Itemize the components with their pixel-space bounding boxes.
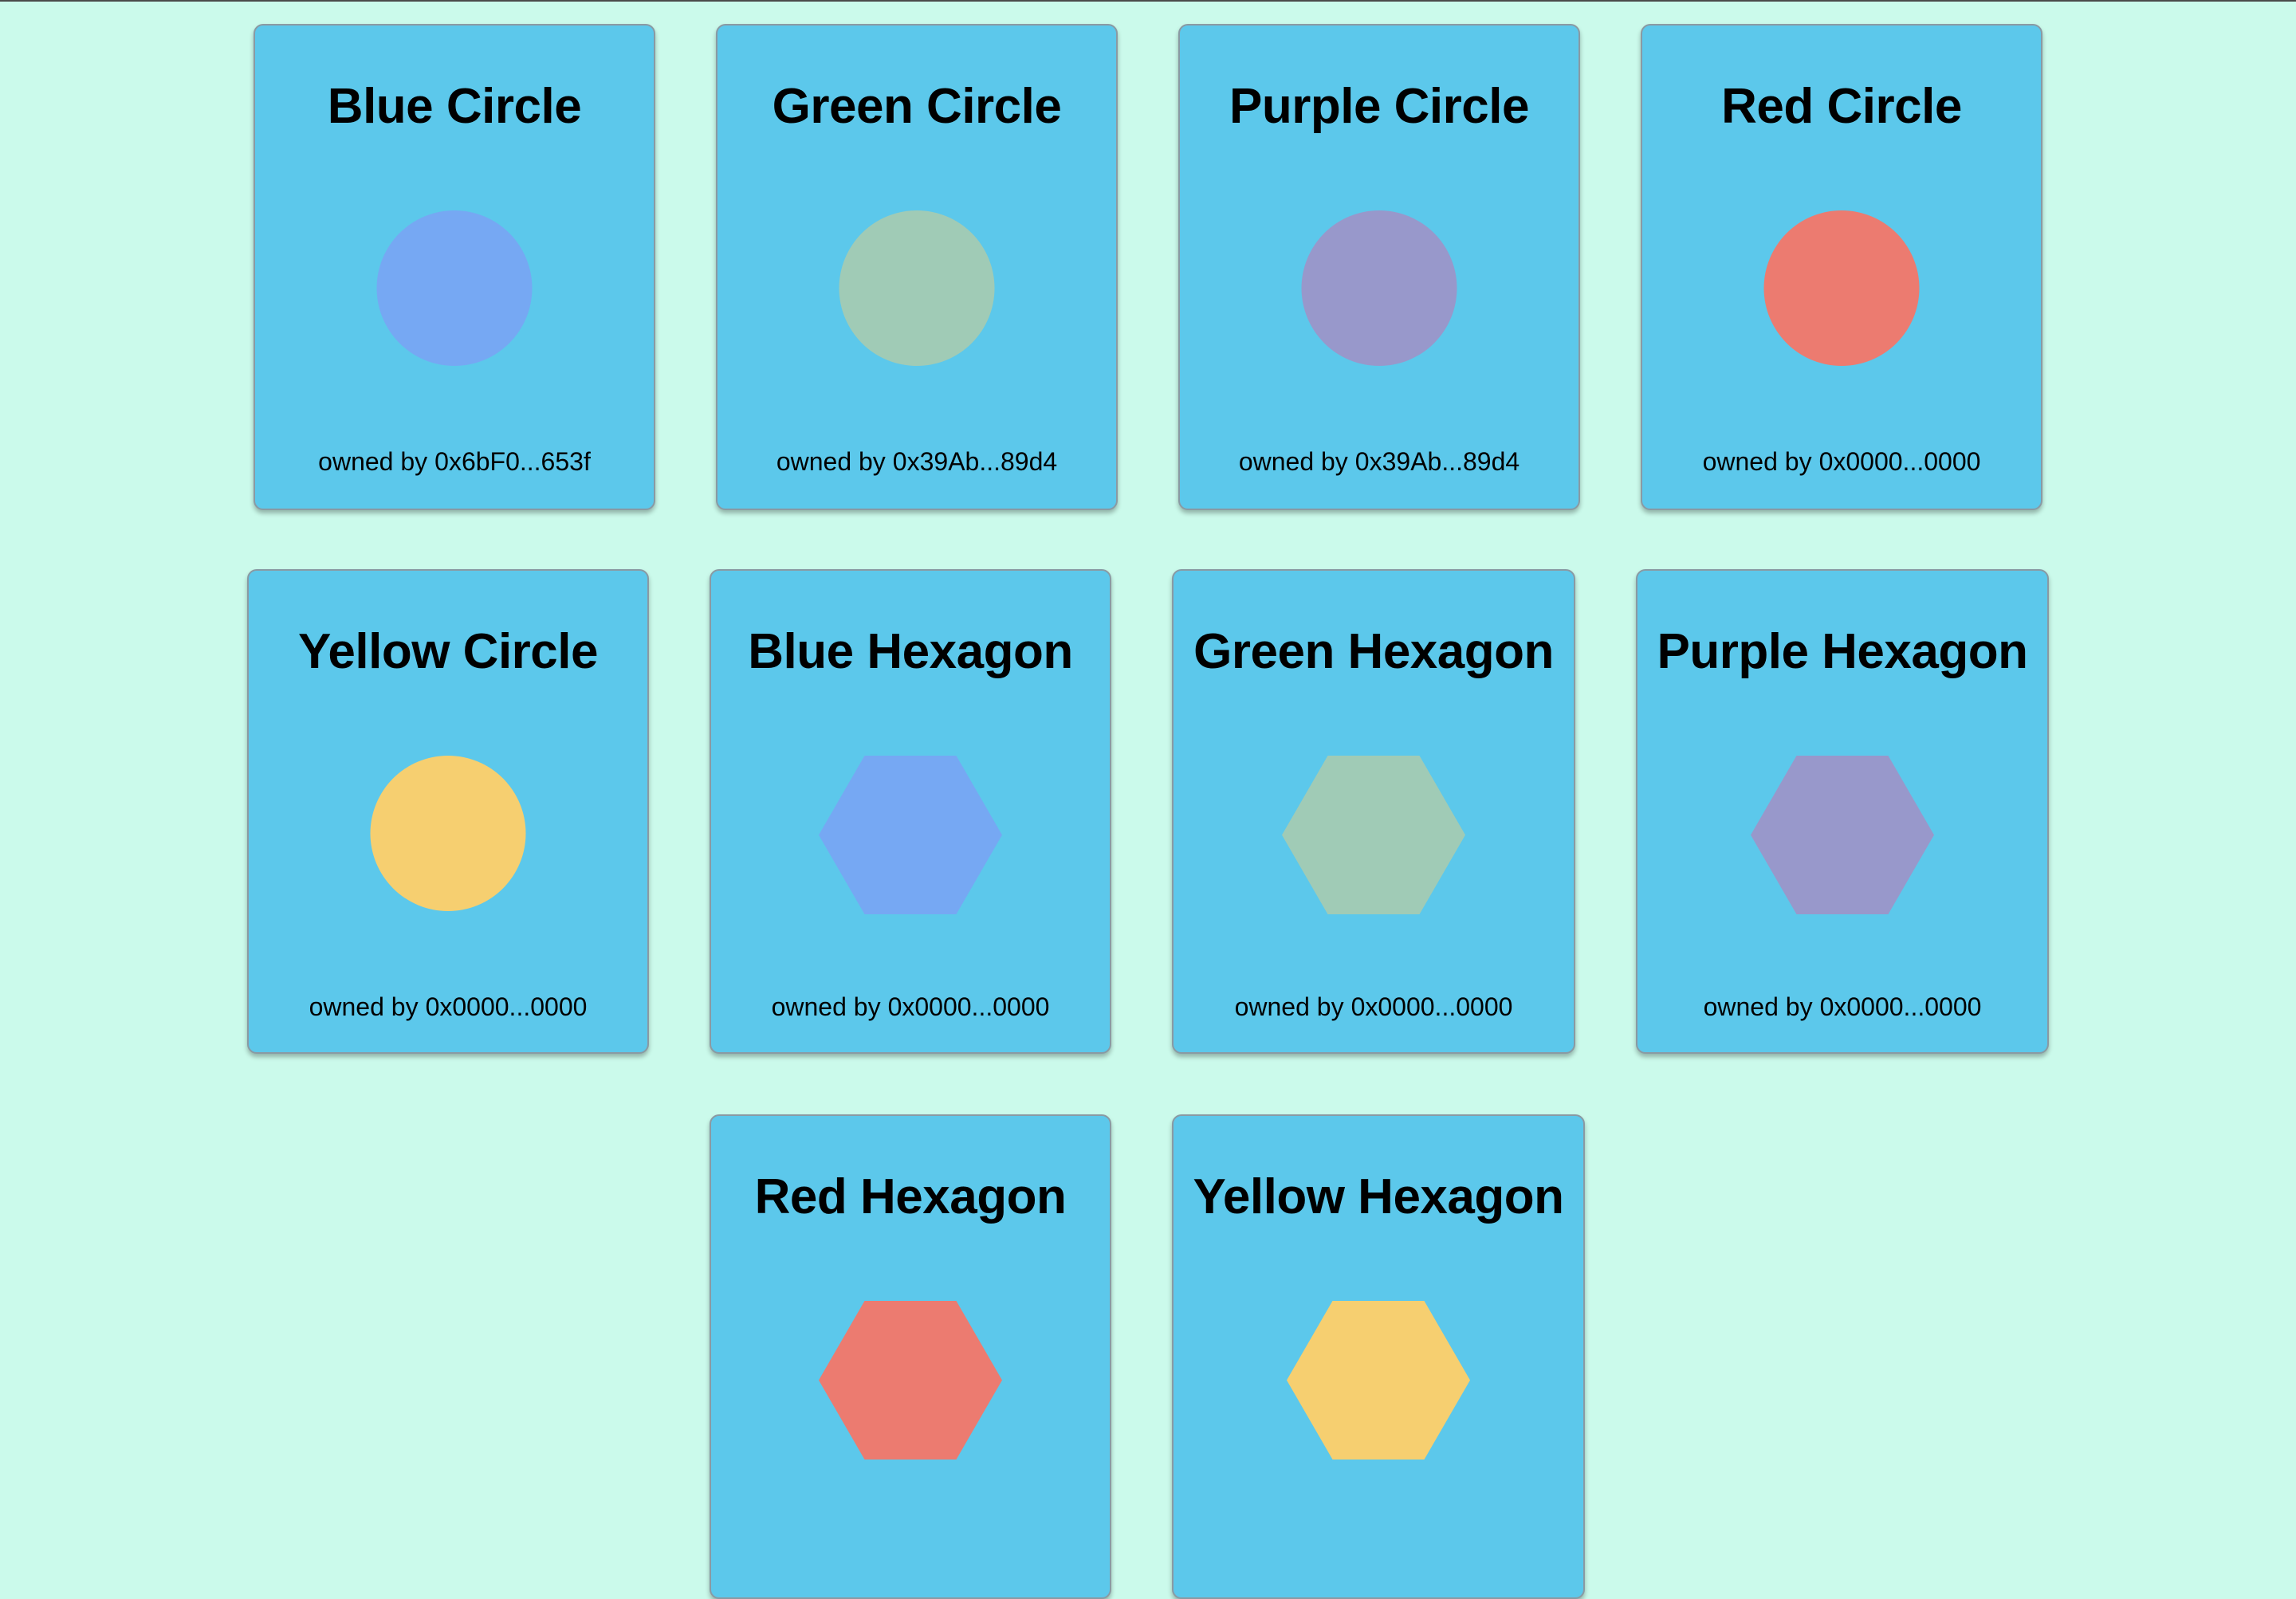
nft-card-yellow-hexagon[interactable]: Yellow Hexagon [1172, 1114, 1585, 1599]
owner-prefix: owned by [1238, 447, 1348, 476]
card-title: Green Hexagon [1193, 624, 1554, 679]
card-title: Red Circle [1721, 79, 1962, 134]
card-owner: owned by 0x6bF0...653f [255, 446, 654, 477]
owner-address: 0x39Ab...89d4 [1354, 447, 1520, 476]
blue-circle-icon [376, 210, 533, 366]
nft-card-blue-circle[interactable]: Blue Circle owned by 0x6bF0...653f [254, 24, 655, 510]
yellow-circle-icon [370, 756, 526, 911]
yellow-hexagon-icon [1287, 1301, 1470, 1460]
owner-address: 0x0000...0000 [425, 992, 588, 1021]
nft-card-yellow-circle[interactable]: Yellow Circle owned by 0x0000...0000 [247, 569, 649, 1054]
owner-address: 0x0000...0000 [1818, 447, 1981, 476]
owner-prefix: owned by [771, 992, 881, 1021]
owner-address: 0x0000...0000 [1350, 992, 1513, 1021]
card-title: Yellow Hexagon [1193, 1169, 1564, 1224]
red-hexagon-icon [819, 1301, 1002, 1460]
nft-card-green-circle[interactable]: Green Circle owned by 0x39Ab...89d4 [716, 24, 1118, 510]
owner-prefix: owned by [318, 447, 428, 476]
owner-prefix: owned by [1234, 992, 1344, 1021]
owner-prefix: owned by [1702, 447, 1812, 476]
owner-prefix: owned by [1703, 992, 1813, 1021]
card-owner: owned by 0x0000...0000 [1642, 446, 2041, 477]
owner-address: 0x6bF0...653f [434, 447, 591, 476]
nft-card-red-hexagon[interactable]: Red Hexagon [710, 1114, 1111, 1599]
nft-card-blue-hexagon[interactable]: Blue Hexagon owned by 0x0000...0000 [710, 569, 1111, 1054]
green-circle-icon [839, 210, 995, 366]
card-owner: owned by 0x0000...0000 [711, 991, 1110, 1023]
card-title: Purple Hexagon [1657, 624, 2029, 679]
purple-circle-icon [1301, 210, 1457, 366]
card-title: Blue Hexagon [748, 624, 1073, 679]
card-owner: owned by 0x39Ab...89d4 [718, 446, 1116, 477]
card-owner: owned by 0x0000...0000 [249, 991, 647, 1023]
card-owner: owned by 0x0000...0000 [1174, 991, 1574, 1023]
green-hexagon-icon [1282, 756, 1465, 914]
card-title: Blue Circle [327, 79, 582, 134]
card-owner: owned by 0x39Ab...89d4 [1180, 446, 1578, 477]
card-title: Yellow Circle [297, 624, 599, 679]
purple-hexagon-icon [1751, 756, 1934, 914]
blue-hexagon-icon [819, 756, 1002, 914]
nft-card-purple-hexagon[interactable]: Purple Hexagon owned by 0x0000...0000 [1636, 569, 2049, 1054]
card-title: Purple Circle [1229, 79, 1529, 134]
nft-card-green-hexagon[interactable]: Green Hexagon owned by 0x0000...0000 [1172, 569, 1575, 1054]
card-owner: owned by 0x0000...0000 [1637, 991, 2047, 1023]
owner-prefix: owned by [309, 992, 419, 1021]
owner-address: 0x0000...0000 [887, 992, 1050, 1021]
owner-address: 0x0000...0000 [1819, 992, 1982, 1021]
owner-address: 0x39Ab...89d4 [892, 447, 1058, 476]
card-title: Red Hexagon [754, 1169, 1067, 1224]
nft-card-purple-circle[interactable]: Purple Circle owned by 0x39Ab...89d4 [1178, 24, 1580, 510]
red-circle-icon [1763, 210, 1920, 366]
window-top-border [0, 0, 2296, 2]
card-title: Green Circle [772, 79, 1062, 134]
nft-card-red-circle[interactable]: Red Circle owned by 0x0000...0000 [1641, 24, 2042, 510]
owner-prefix: owned by [776, 447, 886, 476]
